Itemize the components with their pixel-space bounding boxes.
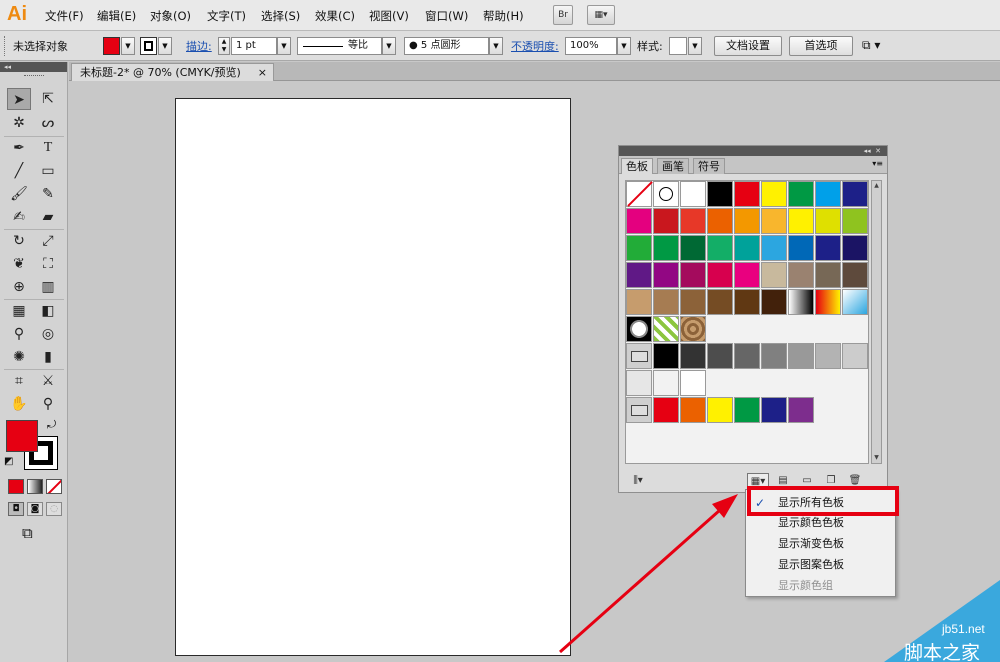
watermark-text: 脚本之家 [904, 642, 981, 662]
annotation-arrow [559, 494, 738, 654]
arrow-shaft [559, 508, 721, 654]
watermark-domain: jb51.net [942, 622, 985, 636]
